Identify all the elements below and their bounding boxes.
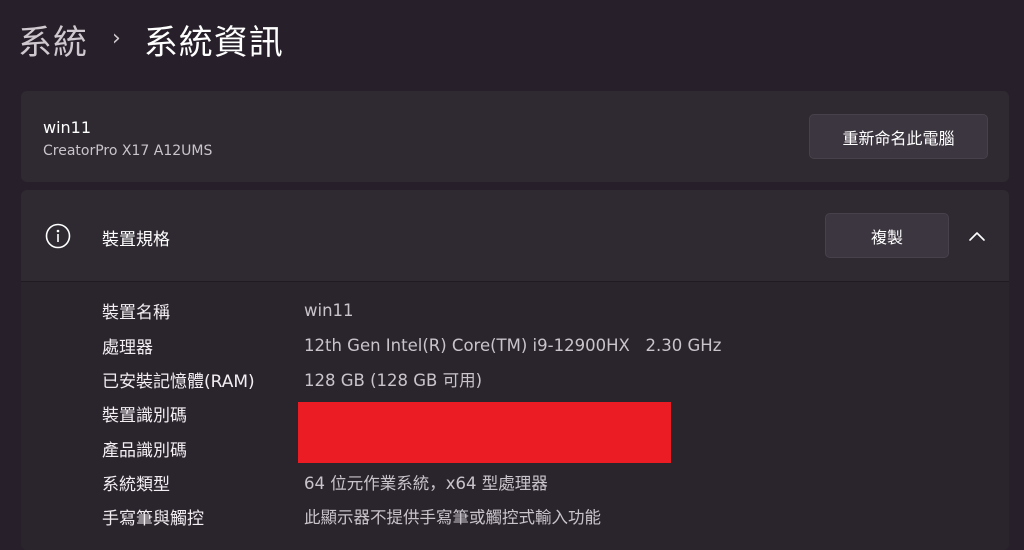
copy-button[interactable]: 複製 xyxy=(825,213,949,258)
spec-row-device-name: 裝置名稱 win11 xyxy=(102,295,354,325)
spec-row-system-type: 系統類型 64 位元作業系統，x64 型處理器 xyxy=(102,467,548,497)
chevron-up-icon[interactable] xyxy=(967,226,987,246)
device-specs-card: 裝置規格 複製 裝置名稱 win11 處理器 12th Gen Intel(R)… xyxy=(21,190,1009,550)
spec-value[interactable]: 64 位元作業系統，x64 型處理器 xyxy=(304,470,548,494)
spec-label: 處理器 xyxy=(102,337,153,358)
spec-row-product-id: 產品識別碼 xyxy=(102,433,304,463)
breadcrumb: 系統 › 系統資訊 xyxy=(18,14,284,64)
spec-label: 裝置識別碼 xyxy=(102,405,187,426)
page-title: 系統資訊 xyxy=(143,22,284,63)
info-icon xyxy=(45,223,71,249)
spec-value[interactable]: 12th Gen Intel(R) Core(TM) i9-12900HX 2.… xyxy=(304,336,721,355)
spec-row-pen-touch: 手寫筆與觸控 此顯示器不提供手寫筆或觸控式輸入功能 xyxy=(102,501,601,531)
spec-label: 已安裝記憶體(RAM) xyxy=(102,371,255,392)
redaction-block xyxy=(298,402,671,463)
spec-value[interactable]: 128 GB (128 GB 可用) xyxy=(304,367,482,391)
spec-label: 手寫筆與觸控 xyxy=(102,508,204,529)
spec-value[interactable]: 此顯示器不提供手寫筆或觸控式輸入功能 xyxy=(304,504,601,528)
device-model: CreatorPro X17 A12UMS xyxy=(43,143,213,159)
spec-value[interactable]: win11 xyxy=(304,301,354,320)
device-name: win11 xyxy=(43,118,92,137)
device-specs-header[interactable]: 裝置規格 複製 xyxy=(21,190,1009,282)
device-specs-title: 裝置規格 xyxy=(102,230,170,250)
rename-pc-button[interactable]: 重新命名此電腦 xyxy=(809,114,988,159)
breadcrumb-separator-icon: › xyxy=(112,25,122,51)
spec-label: 產品識別碼 xyxy=(102,440,187,461)
spec-row-processor: 處理器 12th Gen Intel(R) Core(TM) i9-12900H… xyxy=(102,330,721,360)
breadcrumb-parent-system[interactable]: 系統 xyxy=(18,15,88,64)
spec-row-device-id: 裝置識別碼 xyxy=(102,398,304,428)
spec-row-ram: 已安裝記憶體(RAM) 128 GB (128 GB 可用) xyxy=(102,364,482,394)
device-card: win11 CreatorPro X17 A12UMS 重新命名此電腦 xyxy=(21,91,1009,182)
spec-label: 裝置名稱 xyxy=(102,302,170,323)
spec-label: 系統類型 xyxy=(102,474,170,495)
